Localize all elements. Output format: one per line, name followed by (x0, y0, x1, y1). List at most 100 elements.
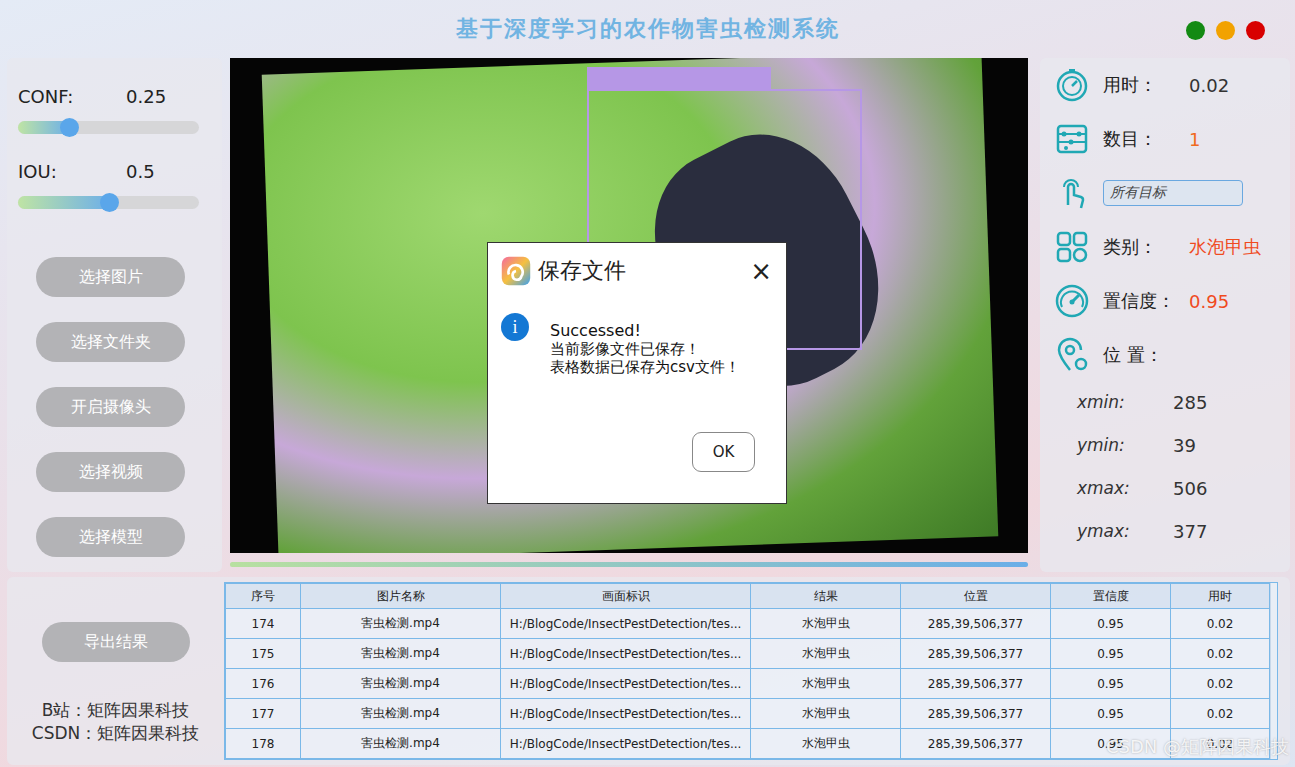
table-cell: 174 (226, 609, 301, 639)
position-row: xmin:285 (1077, 390, 1290, 414)
table-cell: 285,39,506,377 (901, 699, 1051, 729)
info-label: 类别： (1103, 235, 1189, 259)
tap-icon (1054, 175, 1090, 211)
info-panel: 用时：0.02数目：1所有目标类别：水泡甲虫置信度：0.95位 置：xmin:2… (1040, 58, 1290, 572)
table-cell: 害虫检测.mp4 (301, 609, 501, 639)
column-header[interactable]: 图片名称 (301, 584, 501, 609)
close-button[interactable]: × (750, 258, 772, 284)
target-dropdown[interactable]: 所有目标 (1103, 180, 1243, 206)
table-cell: 285,39,506,377 (901, 669, 1051, 699)
info-label: 位 置： (1103, 343, 1189, 367)
column-header[interactable]: 结果 (751, 584, 901, 609)
results-table: 序号图片名称画面标识结果位置置信度用时174害虫检测.mp4H:/BlogCod… (225, 583, 1270, 759)
credits: B站：矩阵因果科技CSDN：矩阵因果科技 (32, 699, 199, 745)
column-header[interactable]: 序号 (226, 584, 301, 609)
table-cell: 水泡甲虫 (751, 669, 901, 699)
table-row[interactable]: 177害虫检测.mp4H:/BlogCode/InsectPestDetecti… (226, 699, 1270, 729)
table-cell: 176 (226, 669, 301, 699)
results-table-wrap: 序号图片名称画面标识结果位置置信度用时174害虫检测.mp4H:/BlogCod… (224, 582, 1278, 760)
info-row: 所有目标 (1054, 174, 1290, 212)
info-label: 置信度： (1103, 289, 1189, 313)
table-cell: 175 (226, 639, 301, 669)
position-row: xmax:506 (1077, 476, 1290, 500)
action-buttons: 选择图片选择文件夹开启摄像头选择视频选择模型 (18, 257, 203, 557)
param-label: CONF: (18, 86, 126, 107)
info-row: 置信度：0.95 (1054, 282, 1290, 320)
info-row: 位 置： (1054, 336, 1290, 374)
action-button[interactable]: 选择文件夹 (36, 322, 185, 362)
slider-track[interactable] (18, 121, 199, 134)
gauge-icon (1054, 283, 1090, 319)
info-label: 用时： (1103, 73, 1189, 97)
dialog-body: iSuccessed!当前影像文件已保存！表格数据已保存为csv文件！ (488, 287, 786, 376)
dialog-header: 保存文件× (488, 243, 786, 287)
credit-line: CSDN：矩阵因果科技 (32, 722, 199, 745)
table-cell: 水泡甲虫 (751, 609, 901, 639)
table-cell: 0.95 (1051, 699, 1171, 729)
action-button[interactable]: 开启摄像头 (36, 387, 185, 427)
action-button[interactable]: 选择模型 (36, 517, 185, 557)
action-button[interactable]: 选择视频 (36, 452, 185, 492)
dialog-heading: Successed! (550, 322, 740, 340)
progress-fill (230, 562, 1028, 567)
table-cell: 0.95 (1051, 639, 1171, 669)
title-bar: 基于深度学习的农作物害虫检测系统 (0, 0, 1295, 58)
window-control-dot[interactable] (1186, 21, 1205, 40)
column-header[interactable]: 用时 (1171, 584, 1270, 609)
action-button[interactable]: 选择图片 (36, 257, 185, 297)
column-header[interactable]: 画面标识 (501, 584, 751, 609)
window-control-dot[interactable] (1216, 21, 1235, 40)
table-cell: 0.02 (1171, 669, 1270, 699)
info-value: 0.02 (1189, 75, 1229, 96)
dialog-line: 表格数据已保存为csv文件！ (550, 358, 740, 376)
table-cell: 177 (226, 699, 301, 729)
slider-fill (18, 196, 109, 209)
param-value: 0.5 (126, 161, 155, 182)
export-button[interactable]: 导出结果 (42, 622, 190, 662)
save-dialog: 保存文件×iSuccessed!当前影像文件已保存！表格数据已保存为csv文件！… (487, 242, 787, 504)
table-header: 序号图片名称画面标识结果位置置信度用时 (226, 584, 1270, 609)
table-cell: 害虫检测.mp4 (301, 669, 501, 699)
position-value: 39 (1173, 435, 1196, 456)
table-cell: H:/BlogCode/InsectPestDetection/tes... (501, 729, 751, 759)
ok-button[interactable]: OK (692, 432, 755, 472)
table-row[interactable]: 174害虫检测.mp4H:/BlogCode/InsectPestDetecti… (226, 609, 1270, 639)
position-value: 285 (1173, 392, 1207, 413)
slider-knob[interactable] (60, 118, 79, 137)
table-cell: 害虫检测.mp4 (301, 699, 501, 729)
table-cell: 285,39,506,377 (901, 639, 1051, 669)
table-cell: H:/BlogCode/InsectPestDetection/tes... (501, 669, 751, 699)
table-row[interactable]: 176害虫检测.mp4H:/BlogCode/InsectPestDetecti… (226, 669, 1270, 699)
timer-icon (1054, 67, 1090, 103)
position-row: ymin:39 (1077, 433, 1290, 457)
table-cell: 285,39,506,377 (901, 729, 1051, 759)
table-cell: 害虫检测.mp4 (301, 639, 501, 669)
detection-label-box (587, 67, 771, 89)
info-label: 数目： (1103, 127, 1189, 151)
position-value: 506 (1173, 478, 1207, 499)
table-cell: 285,39,506,377 (901, 609, 1051, 639)
credit-line: B站：矩阵因果科技 (32, 699, 199, 722)
table-cell: 0.02 (1171, 639, 1270, 669)
slider-knob[interactable] (100, 193, 119, 212)
window-title: 基于深度学习的农作物害虫检测系统 (456, 14, 840, 44)
scrollbar[interactable] (1270, 583, 1277, 759)
slider-track[interactable] (18, 196, 199, 209)
param-label: IOU: (18, 161, 126, 182)
table-cell: H:/BlogCode/InsectPestDetection/tes... (501, 609, 751, 639)
column-header[interactable]: 位置 (901, 584, 1051, 609)
column-header[interactable]: 置信度 (1051, 584, 1171, 609)
window-control-dot[interactable] (1246, 21, 1265, 40)
table-row[interactable]: 175害虫检测.mp4H:/BlogCode/InsectPestDetecti… (226, 639, 1270, 669)
table-cell: 0.02 (1171, 699, 1270, 729)
location-icon (1054, 337, 1090, 373)
settings-panel: CONF:0.25IOU:0.5选择图片选择文件夹开启摄像头选择视频选择模型 (7, 58, 222, 572)
table-cell: 0.95 (1051, 609, 1171, 639)
position-value: 377 (1173, 521, 1207, 542)
dialog-message: Successed!当前影像文件已保存！表格数据已保存为csv文件！ (550, 322, 740, 376)
position-label: xmax: (1077, 478, 1173, 498)
category-icon (1054, 229, 1090, 265)
position-list: xmin:285ymin:39xmax:506ymax:377 (1054, 390, 1290, 543)
info-value: 水泡甲虫 (1189, 235, 1261, 259)
position-label: xmin: (1077, 392, 1173, 412)
